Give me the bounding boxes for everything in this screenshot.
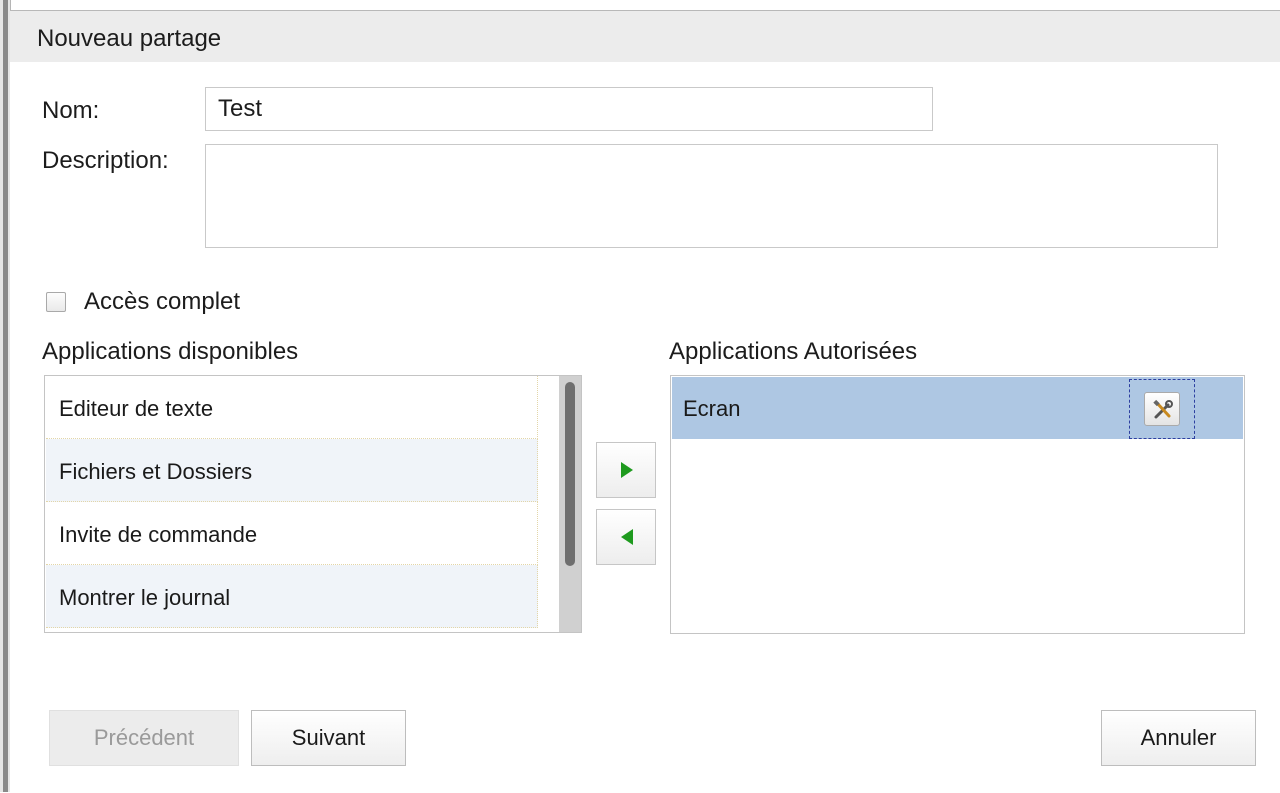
name-label: Nom: [42,97,100,124]
description-input[interactable] [205,144,1218,248]
cancel-button[interactable]: Annuler [1101,710,1256,766]
list-item-label: Fichiers et Dossiers [59,459,253,484]
list-item-label: Invite de commande [59,522,258,547]
list-item[interactable]: Editeur de texte [46,376,538,439]
list-item[interactable]: Fichiers et Dossiers [46,439,538,502]
new-share-dialog: Nouveau partage Nom: Description: Accès … [10,10,1280,793]
previous-button[interactable]: Précédent [49,710,239,766]
dialog-title: Nouveau partage [37,25,222,52]
list-item-label: Ecran [683,396,741,421]
authorized-apps-heading: Applications Autorisées [669,338,918,365]
authorized-apps-list[interactable]: Ecran [670,375,1245,634]
app-edge-bar [3,0,8,792]
remove-application-button[interactable] [596,509,656,565]
arrow-right-icon [621,462,633,478]
tools-icon [1153,399,1173,419]
list-item-label: Editeur de texte [59,396,214,421]
arrow-left-icon [621,529,633,545]
add-application-button[interactable] [596,442,656,498]
configure-application-button[interactable] [1129,379,1195,439]
list-item-label: Montrer le journal [59,585,231,610]
next-button[interactable]: Suivant [251,710,406,766]
configure-button-face[interactable] [1144,392,1180,426]
available-apps-heading: Applications disponibles [42,338,299,365]
available-list-scrollbar[interactable] [559,376,581,632]
dialog-titlebar[interactable]: Nouveau partage [10,11,1280,62]
list-item[interactable]: Invite de commande [46,502,538,565]
list-item-selected[interactable]: Ecran [672,377,1243,439]
full-access-checkbox[interactable] [46,292,66,312]
full-access-label[interactable]: Accès complet [84,288,240,316]
list-item[interactable]: Montrer le journal [46,565,538,628]
available-apps-list[interactable]: Editeur de texte Fichiers et Dossiers In… [44,375,582,633]
description-label: Description: [42,147,169,174]
scrollbar-thumb[interactable] [565,382,575,566]
name-input[interactable] [205,87,933,131]
